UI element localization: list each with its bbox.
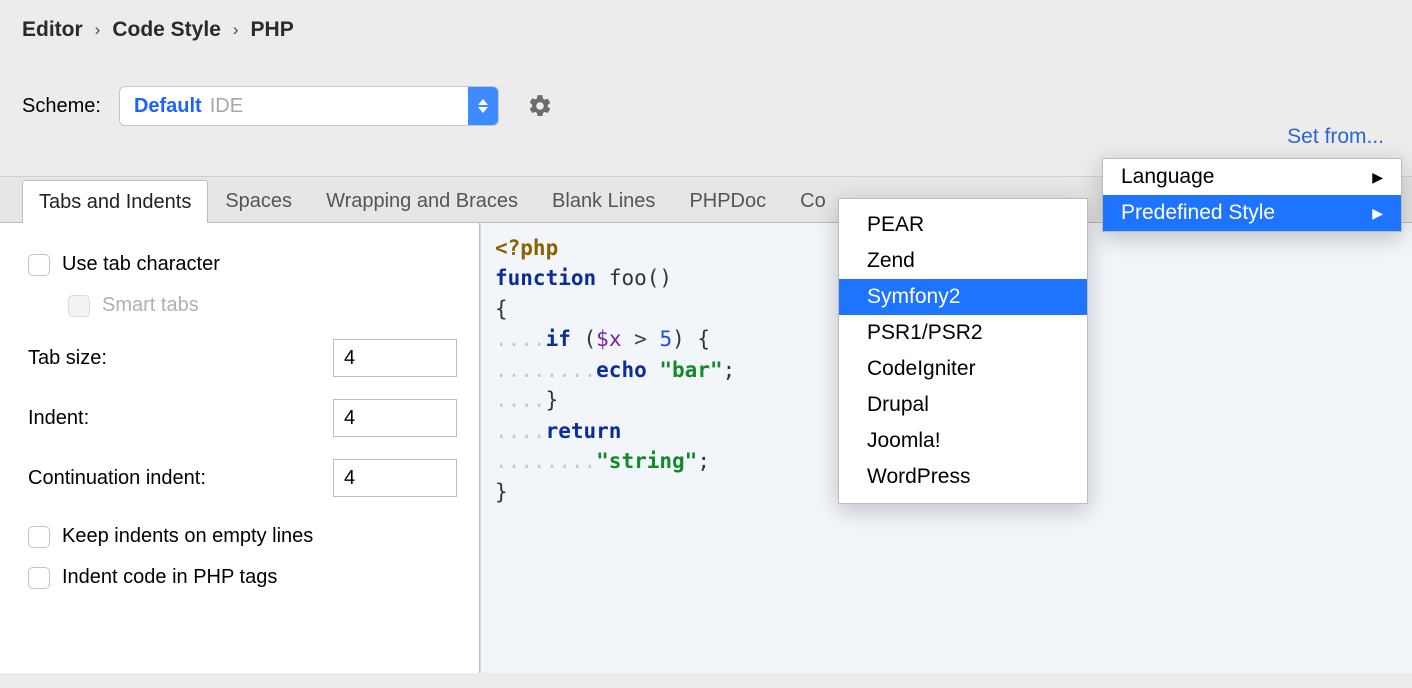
scheme-name: Default (134, 95, 202, 118)
tab-more[interactable]: Co (783, 179, 843, 222)
chevron-right-icon: ▶ (1372, 205, 1383, 222)
keep-empty-checkbox[interactable] (28, 526, 50, 548)
code-string: "string" (596, 449, 697, 473)
crumb-codestyle[interactable]: Code Style (112, 18, 221, 42)
code-echo: echo (596, 358, 647, 382)
code-bar: "bar" (659, 358, 722, 382)
indent-php-checkbox[interactable] (28, 567, 50, 589)
indent-label: Indent: (28, 407, 89, 430)
indent-input[interactable] (333, 399, 457, 437)
style-pear[interactable]: PEAR (839, 207, 1087, 243)
options-panel: Use tab character Smart tabs Tab size: I… (0, 223, 480, 673)
scheme-label: Scheme: (22, 95, 101, 118)
menu-predefined-style[interactable]: Predefined Style ▶ (1103, 195, 1401, 231)
keep-empty-label: Keep indents on empty lines (62, 525, 313, 548)
cont-indent-input[interactable] (333, 459, 457, 497)
predefined-style-menu: PEAR Zend Symfony2 PSR1/PSR2 CodeIgniter… (838, 198, 1088, 504)
style-wordpress[interactable]: WordPress (839, 459, 1087, 495)
code-function-kw: function (495, 266, 596, 290)
tab-wrapping[interactable]: Wrapping and Braces (309, 179, 535, 222)
breadcrumb-sep: › (233, 20, 239, 40)
gear-icon[interactable] (527, 93, 553, 119)
crumb-php[interactable]: PHP (251, 18, 294, 42)
smart-tabs-checkbox (68, 295, 90, 317)
scheme-scope: IDE (210, 95, 243, 118)
breadcrumb: Editor › Code Style › PHP (22, 18, 1390, 42)
set-from-menu: Language ▶ Predefined Style ▶ (1102, 158, 1402, 232)
code-if-kw: if (546, 327, 571, 351)
tab-size-label: Tab size: (28, 347, 107, 370)
style-psr[interactable]: PSR1/PSR2 (839, 315, 1087, 351)
chevron-updown-icon[interactable] (468, 87, 498, 125)
breadcrumb-sep: › (95, 20, 101, 40)
crumb-editor[interactable]: Editor (22, 18, 83, 42)
tab-size-input[interactable] (333, 339, 457, 377)
style-joomla[interactable]: Joomla! (839, 423, 1087, 459)
style-codeigniter[interactable]: CodeIgniter (839, 351, 1087, 387)
tab-phpdoc[interactable]: PHPDoc (672, 179, 783, 222)
style-zend[interactable]: Zend (839, 243, 1087, 279)
tab-blank-lines[interactable]: Blank Lines (535, 179, 672, 222)
scheme-dropdown[interactable]: Default IDE (119, 86, 499, 126)
code-func-name: foo (609, 266, 647, 290)
use-tab-checkbox[interactable] (28, 254, 50, 276)
indent-php-label: Indent code in PHP tags (62, 566, 277, 589)
menu-language[interactable]: Language ▶ (1103, 159, 1401, 195)
cont-indent-label: Continuation indent: (28, 467, 206, 490)
code-return: return (546, 419, 622, 443)
tab-tabs-indents[interactable]: Tabs and Indents (22, 180, 208, 223)
chevron-right-icon: ▶ (1372, 169, 1383, 186)
style-symfony2[interactable]: Symfony2 (839, 279, 1087, 315)
set-from-link[interactable]: Set from... (1287, 125, 1384, 149)
code-var: $x (596, 327, 621, 351)
style-drupal[interactable]: Drupal (839, 387, 1087, 423)
smart-tabs-label: Smart tabs (102, 294, 199, 317)
tab-spaces[interactable]: Spaces (208, 179, 309, 222)
use-tab-label: Use tab character (62, 253, 220, 276)
code-open-tag: <?php (495, 236, 558, 260)
